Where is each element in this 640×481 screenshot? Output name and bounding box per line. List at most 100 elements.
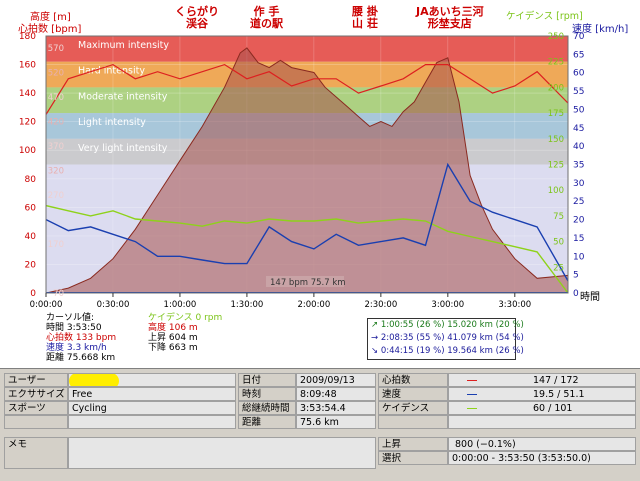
speed-tick-label: 55 bbox=[573, 87, 584, 97]
cursor-header: カーソル値: bbox=[46, 313, 95, 323]
hr-tick-label: 0 bbox=[30, 289, 36, 299]
landmark-text: 腰 掛 山 荘 bbox=[352, 5, 378, 30]
speed-tick-label: 50 bbox=[573, 105, 585, 115]
spacer-value bbox=[68, 415, 236, 429]
time-tick-label: 0:30:00 bbox=[97, 300, 130, 310]
speed-tick-label: 20 bbox=[573, 216, 585, 226]
speed-tick-label: 35 bbox=[573, 161, 584, 171]
user-value-field[interactable] bbox=[68, 373, 236, 387]
cadence-tick-label: 50 bbox=[553, 238, 564, 248]
memo-field[interactable] bbox=[68, 437, 376, 469]
hr-swatch bbox=[467, 380, 477, 381]
cadence-tick-label: 75 bbox=[553, 212, 564, 222]
ascent-value-cell: 800 (−0.1%) bbox=[448, 437, 636, 451]
cadence-swatch bbox=[467, 408, 477, 409]
distance-value: 75.6 km bbox=[296, 415, 376, 429]
speed-tick-label: 0 bbox=[573, 289, 579, 299]
cursor-ascent: 上昇 604 m bbox=[148, 333, 198, 343]
spacer-label-2 bbox=[378, 415, 448, 429]
altitude-tick-label: 470 bbox=[48, 93, 64, 103]
user-label: ユーザー bbox=[4, 373, 68, 387]
time-tick-label: 3:30:00 bbox=[498, 300, 531, 310]
hr-tick-label: 60 bbox=[25, 203, 37, 213]
cadence-value-cell: 60 / 101 bbox=[448, 401, 636, 415]
altitude-tick-label: 320 bbox=[48, 167, 64, 177]
hr-zone-label: Very light intensity bbox=[78, 143, 168, 154]
time-tick-label: 2:30:00 bbox=[364, 300, 397, 310]
cursor-info-left: カーソル値: 時間 3:53:50 心拍数 133 bpm 速度 3.3 km/… bbox=[46, 313, 116, 363]
altitude-tick-label: 520 bbox=[48, 69, 64, 79]
date-label: 日付 bbox=[238, 373, 296, 387]
speed-swatch bbox=[467, 394, 477, 395]
speed-axis-title: 速度 [km/h] bbox=[572, 24, 629, 35]
altitude-tick-label: 270 bbox=[48, 191, 64, 201]
time-axis-unit: 時間 bbox=[580, 292, 600, 303]
duration-label: 総継続時間 bbox=[238, 401, 296, 415]
segment-flat: → 2:08:35 (55 %) 41.079 km (54 %) bbox=[371, 333, 524, 343]
landmark-text: JAあいち三河 形埜支店 bbox=[416, 5, 484, 30]
cursor-altitude: 高度 106 m bbox=[148, 323, 198, 333]
cadence-tick-label: 25 bbox=[553, 263, 564, 273]
user-highlight bbox=[69, 374, 119, 386]
spacer-value-2 bbox=[448, 415, 636, 429]
altitude-tick-label: 420 bbox=[48, 118, 64, 128]
memo-label: メモ bbox=[4, 437, 68, 469]
cadence-tick-label: 150 bbox=[548, 135, 564, 145]
speed-tick-label: 10 bbox=[573, 252, 585, 262]
hr-axis-title: 心拍数 [bpm] bbox=[18, 24, 82, 35]
speed-tick-label: 65 bbox=[573, 50, 584, 60]
cursor-label: 147 bpm 75.7 km bbox=[270, 278, 346, 288]
sport-value[interactable]: Cycling bbox=[68, 401, 236, 415]
hr-tick-label: 160 bbox=[19, 61, 36, 71]
speed-label: 速度 bbox=[378, 387, 448, 401]
select-value[interactable]: 0:00:00 - 3:53:50 (3:53:50.0) bbox=[448, 451, 636, 465]
hr-tick-label: 20 bbox=[25, 260, 37, 270]
time-tick-label: 3:00:00 bbox=[431, 300, 464, 310]
cursor-time: 時間 3:53:50 bbox=[46, 323, 102, 333]
speed-tick-label: 15 bbox=[573, 234, 584, 244]
exercise-label: エクササイズ bbox=[4, 387, 68, 401]
hr-label: 心拍数 bbox=[378, 373, 448, 387]
time-tick-label: 1:30:00 bbox=[231, 300, 264, 310]
cadence-tick-label: 225 bbox=[548, 58, 564, 68]
spacer-label bbox=[4, 415, 68, 429]
hr-tick-label: 40 bbox=[25, 232, 37, 242]
cadence-tick-label: 200 bbox=[548, 83, 564, 93]
altitude-tick-label: 70 bbox=[53, 289, 64, 299]
hr-value-cell: 147 / 172 bbox=[448, 373, 636, 387]
cadence-tick-label: 125 bbox=[548, 161, 564, 171]
cadence-tick-label: 100 bbox=[548, 186, 564, 196]
landmark-tsukude: 作 手 道の駅 bbox=[250, 6, 283, 30]
altitude-tick-label: 570 bbox=[48, 44, 64, 54]
sport-label: スポーツ bbox=[4, 401, 68, 415]
altitude-tick-label: 370 bbox=[48, 142, 64, 152]
segment-ascent: ↗ 1:00:55 (26 %) 15.020 km (20 %) bbox=[371, 320, 524, 330]
cadence-tick-label: 175 bbox=[548, 109, 564, 119]
date-value: 2009/09/13 bbox=[296, 373, 376, 387]
speed-tick-label: 40 bbox=[573, 142, 585, 152]
speed-tick-label: 30 bbox=[573, 179, 585, 189]
time-tick-label: 2:00:00 bbox=[297, 300, 330, 310]
time-value: 8:09:48 bbox=[296, 387, 376, 401]
speed-value-cell: 19.5 / 51.1 bbox=[448, 387, 636, 401]
exercise-value[interactable]: Free bbox=[68, 387, 236, 401]
hr-tick-label: 80 bbox=[25, 175, 37, 185]
landmark-text: 作 手 道の駅 bbox=[250, 5, 283, 30]
cursor-hr: 心拍数 133 bpm bbox=[46, 333, 117, 343]
hr-zone-label: Hard intensity bbox=[78, 66, 145, 77]
speed-tick-label: 60 bbox=[573, 69, 585, 79]
hr-zone-label: Light intensity bbox=[78, 117, 146, 128]
speed-value: 19.5 / 51.1 bbox=[533, 389, 585, 400]
select-label: 選択 bbox=[378, 451, 448, 465]
speed-tick-label: 25 bbox=[573, 197, 584, 207]
ascent-label: 上昇 bbox=[378, 437, 448, 451]
hr-tick-label: 120 bbox=[19, 118, 36, 128]
hr-value: 147 / 172 bbox=[533, 375, 579, 386]
time-label: 時刻 bbox=[238, 387, 296, 401]
hr-zone-label: Maximum intensity bbox=[78, 40, 169, 51]
cursor-info-right: ケイデンス 0 rpm 高度 106 m 上昇 604 m 下降 663 m bbox=[148, 313, 222, 353]
cadence-tick-label: 250 bbox=[548, 32, 564, 42]
distance-label: 距離 bbox=[238, 415, 296, 429]
ascent-value: 800 (−0.1%) bbox=[455, 439, 516, 450]
altitude-tick-label: 170 bbox=[48, 240, 64, 250]
